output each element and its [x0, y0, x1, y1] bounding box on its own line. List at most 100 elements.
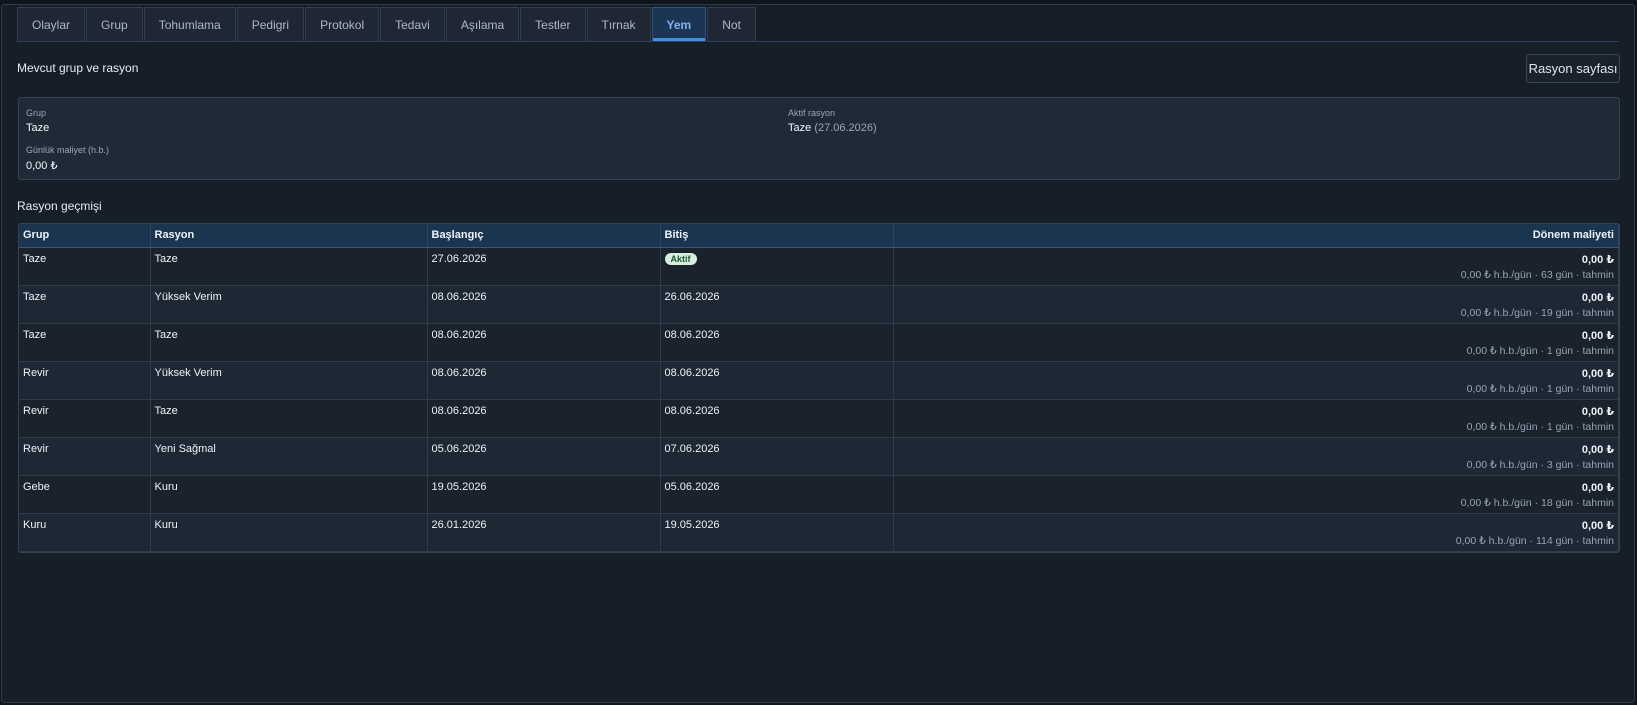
tab-asilama[interactable]: Aşılama: [445, 7, 520, 41]
tab-testler[interactable]: Testler: [520, 7, 586, 41]
tab-tirnak[interactable]: Tırnak: [586, 7, 651, 41]
tab-protokol[interactable]: Protokol: [305, 7, 380, 41]
cell-ration: Yeni Sağmal: [150, 437, 428, 476]
cell-group: Taze: [19, 247, 151, 286]
table-row[interactable]: Taze Yüksek Verim 08.06.2026 26.06.2026 0,00…: [19, 285, 1619, 324]
period-cost-value: 0,00 ₺: [1581, 481, 1614, 494]
period-cost-value: 0,00 ₺: [1581, 253, 1614, 266]
tab-bar: Olaylar Grup Tohumlama Pedigri Protokol …: [17, 7, 1619, 42]
period-cost-value: 0,00 ₺: [1581, 329, 1614, 342]
column-header-start[interactable]: Başlangıç: [427, 224, 661, 248]
main-panel: Olaylar Grup Tohumlama Pedigri Protokol …: [1, 4, 1635, 703]
cell-group: Revir: [19, 399, 151, 438]
cell-ration: Kuru: [150, 475, 428, 514]
cell-period-cost: 0,00 ₺ 0,00 ₺ h.b./gün · 1 gün · tahmin: [893, 399, 1619, 438]
group-info: Grup Taze: [26, 108, 49, 134]
cell-start: 05.06.2026: [427, 437, 661, 476]
tab-yem[interactable]: Yem: [651, 7, 707, 41]
current-section-title: Mevcut grup ve rasyon: [17, 61, 139, 75]
period-cost-detail: 0,00 ₺ h.b./gün · 1 gün · tahmin: [1466, 420, 1614, 433]
cell-end: 08.06.2026: [660, 361, 894, 400]
tab-grup[interactable]: Grup: [86, 7, 143, 41]
cell-end: 26.06.2026: [660, 285, 894, 324]
tab-not[interactable]: Not: [707, 7, 756, 41]
period-cost-detail: 0,00 ₺ h.b./gün · 18 gün · tahmin: [1460, 496, 1614, 509]
group-value: Taze: [26, 122, 50, 134]
table-row[interactable]: Gebe Kuru 19.05.2026 05.06.2026 0,00 ₺ 0,00 ₺…: [19, 475, 1619, 514]
period-cost-detail: 0,00 ₺ h.b./gün · 63 gün · tahmin: [1460, 268, 1614, 281]
cell-group: Revir: [19, 361, 151, 400]
cell-period-cost: 0,00 ₺ 0,00 ₺ h.b./gün · 19 gün · tahmin: [893, 285, 1619, 324]
tab-tedavi[interactable]: Tedavi: [380, 7, 445, 41]
active-ration-info: Aktif rasyon Taze (27.06.2026): [788, 108, 877, 134]
cell-end: Aktif: [660, 247, 894, 286]
tab-olaylar[interactable]: Olaylar: [17, 7, 86, 41]
ration-history-table: Grup Rasyon Başlangıç Bitiş Dönem maliye…: [18, 223, 1620, 553]
period-cost-value: 0,00 ₺: [1581, 291, 1614, 304]
table-row[interactable]: Revir Taze 08.06.2026 08.06.2026 0,00 ₺ 0,00 …: [19, 399, 1619, 438]
cell-group: Taze: [19, 285, 151, 324]
cell-end: 05.06.2026: [660, 475, 894, 514]
active-ration-date: (27.06.2026): [814, 122, 877, 134]
period-cost-value: 0,00 ₺: [1581, 367, 1614, 380]
period-cost-value: 0,00 ₺: [1581, 443, 1614, 456]
cell-start: 19.05.2026: [427, 475, 661, 514]
cell-group: Kuru: [19, 513, 151, 552]
cell-start: 08.06.2026: [427, 323, 661, 362]
table-body: Taze Taze 27.06.2026 Aktif 0,00 ₺ 0,00 ₺ h.b.…: [19, 247, 1619, 552]
tab-pedigri[interactable]: Pedigri: [236, 7, 305, 41]
cell-ration: Yüksek Verim: [150, 285, 428, 324]
table-row[interactable]: Revir Yeni Sağmal 05.06.2026 07.06.2026 0,00…: [19, 437, 1619, 476]
cell-ration: Taze: [150, 323, 428, 362]
cell-period-cost: 0,00 ₺ 0,00 ₺ h.b./gün · 1 gün · tahmin: [893, 323, 1619, 362]
current-info-card: Grup Taze Aktif rasyon Taze (27.06.2026)…: [18, 97, 1620, 180]
column-header-ration[interactable]: Rasyon: [150, 224, 428, 248]
cell-period-cost: 0,00 ₺ 0,00 ₺ h.b./gün · 18 gün · tahmin: [893, 475, 1619, 514]
status-badge: Aktif: [664, 252, 697, 265]
daily-cost-value: 0,00 ₺: [26, 160, 58, 172]
cell-period-cost: 0,00 ₺ 0,00 ₺ h.b./gün · 114 gün · tahmin: [893, 513, 1619, 552]
column-header-group[interactable]: Grup: [19, 224, 151, 248]
period-cost-detail: 0,00 ₺ h.b./gün · 1 gün · tahmin: [1466, 344, 1614, 357]
period-cost-detail: 0,00 ₺ h.b./gün · 3 gün · tahmin: [1466, 458, 1614, 471]
period-cost-detail: 0,00 ₺ h.b./gün · 1 gün · tahmin: [1466, 382, 1614, 395]
cell-start: 26.01.2026: [427, 513, 661, 552]
cell-group: Gebe: [19, 475, 151, 514]
group-label: Grup: [26, 108, 47, 118]
cell-period-cost: 0,00 ₺ 0,00 ₺ h.b./gün · 3 gün · tahmin: [893, 437, 1619, 476]
active-ration-value: Taze (27.06.2026): [788, 122, 877, 134]
cell-ration: Taze: [150, 399, 428, 438]
cell-group: Taze: [19, 323, 151, 362]
daily-cost-label: Günlük maliyet (h.b.): [26, 145, 110, 155]
period-cost-value: 0,00 ₺: [1581, 519, 1614, 532]
column-header-end[interactable]: Bitiş: [660, 224, 894, 248]
cell-start: 08.06.2026: [427, 285, 661, 324]
cell-end: 19.05.2026: [660, 513, 894, 552]
column-header-period-cost[interactable]: Dönem maliyeti: [893, 224, 1619, 248]
cell-ration: Yüksek Verim: [150, 361, 428, 400]
period-cost-detail: 0,00 ₺ h.b./gün · 114 gün · tahmin: [1455, 534, 1614, 547]
table-row[interactable]: Taze Taze 27.06.2026 Aktif 0,00 ₺ 0,00 ₺ h.b.…: [19, 247, 1619, 286]
daily-cost-info: Günlük maliyet (h.b.) 0,00 ₺: [26, 145, 109, 172]
table-row[interactable]: Revir Yüksek Verim 08.06.2026 08.06.2026 0,0…: [19, 361, 1619, 400]
cell-period-cost: 0,00 ₺ 0,00 ₺ h.b./gün · 1 gün · tahmin: [893, 361, 1619, 400]
period-cost-detail: 0,00 ₺ h.b./gün · 19 gün · tahmin: [1460, 306, 1614, 319]
period-cost-value: 0,00 ₺: [1581, 405, 1614, 418]
history-section-title: Rasyon geçmişi: [17, 199, 102, 213]
table-row[interactable]: Taze Taze 08.06.2026 08.06.2026 0,00 ₺ 0,00 ₺…: [19, 323, 1619, 362]
cell-group: Revir: [19, 437, 151, 476]
cell-start: 08.06.2026: [427, 361, 661, 400]
active-ration-label: Aktif rasyon: [788, 108, 836, 118]
ration-page-button[interactable]: Rasyon sayfası: [1526, 54, 1620, 83]
table-row[interactable]: Kuru Kuru 26.01.2026 19.05.2026 0,00 ₺ 0,00 ₺…: [19, 513, 1619, 552]
tab-tohumlama[interactable]: Tohumlama: [143, 7, 236, 41]
table-header-row: Grup Rasyon Başlangıç Bitiş Dönem maliye…: [19, 224, 1619, 248]
cell-end: 07.06.2026: [660, 437, 894, 476]
cell-start: 08.06.2026: [427, 399, 661, 438]
cell-end: 08.06.2026: [660, 399, 894, 438]
cell-end: 08.06.2026: [660, 323, 894, 362]
active-ration-name: Taze: [788, 122, 812, 134]
cell-ration: Taze: [150, 247, 428, 286]
cell-period-cost: 0,00 ₺ 0,00 ₺ h.b./gün · 63 gün · tahmin: [893, 247, 1619, 286]
cell-start: 27.06.2026: [427, 247, 661, 286]
